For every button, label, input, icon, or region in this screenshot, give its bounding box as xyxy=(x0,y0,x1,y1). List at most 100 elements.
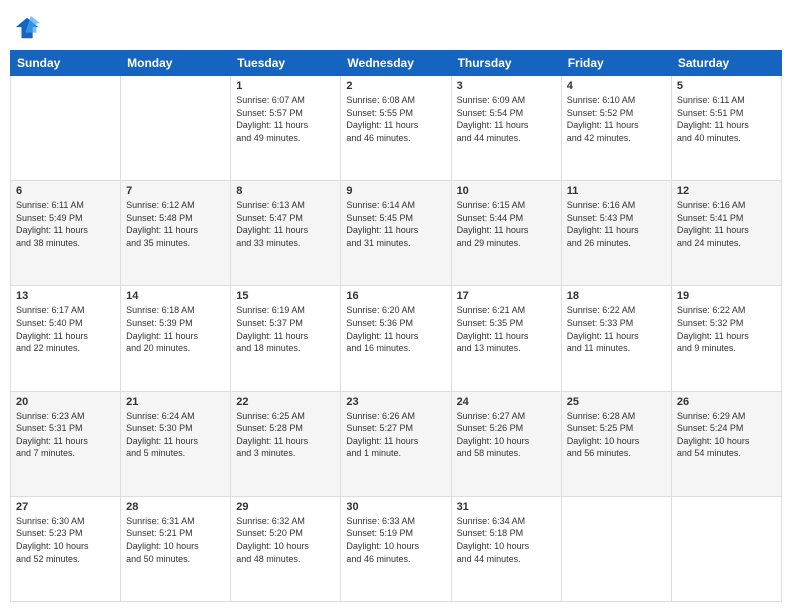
day-number: 29 xyxy=(236,501,335,513)
cell-line: Sunset: 5:49 PM xyxy=(16,212,115,225)
calendar-cell: 6 Sunrise: 6:11 AMSunset: 5:49 PMDaylight… xyxy=(11,181,121,286)
calendar-cell: 19Sunrise: 6:22 AMSunset: 5:32 PMDayligh… xyxy=(671,286,781,391)
calendar-week-row: 13Sunrise: 6:17 AMSunset: 5:40 PMDayligh… xyxy=(11,286,782,391)
cell-line: Daylight: 10 hours xyxy=(236,540,335,553)
cell-content: Sunrise: 6:22 AMSunset: 5:33 PMDaylight:… xyxy=(567,304,666,354)
cell-line: and 46 minutes. xyxy=(346,132,445,145)
cell-line: and 46 minutes. xyxy=(346,553,445,566)
calendar-cell: 31Sunrise: 6:34 AMSunset: 5:18 PMDayligh… xyxy=(451,496,561,601)
cell-content: Sunrise: 6:29 AMSunset: 5:24 PMDaylight:… xyxy=(677,410,776,460)
cell-line: Sunrise: 6:21 AM xyxy=(457,304,556,317)
cell-content: Sunrise: 6:33 AMSunset: 5:19 PMDaylight:… xyxy=(346,515,445,565)
cell-line: Daylight: 10 hours xyxy=(457,540,556,553)
calendar-cell: 23Sunrise: 6:26 AMSunset: 5:27 PMDayligh… xyxy=(341,391,451,496)
cell-content: Sunrise: 6:11 AMSunset: 5:49 PMDaylight:… xyxy=(16,199,115,249)
cell-line: and 7 minutes. xyxy=(16,447,115,460)
cell-line: Sunset: 5:57 PM xyxy=(236,107,335,120)
logo-icon xyxy=(14,14,42,42)
cell-line: Sunset: 5:55 PM xyxy=(346,107,445,120)
cell-line: Sunrise: 6:20 AM xyxy=(346,304,445,317)
cell-content: Sunrise: 6:10 AMSunset: 5:52 PMDaylight:… xyxy=(567,94,666,144)
cell-line: and 50 minutes. xyxy=(126,553,225,566)
cell-line: and 38 minutes. xyxy=(16,237,115,250)
cell-line: Sunrise: 6:16 AM xyxy=(567,199,666,212)
cell-content: Sunrise: 6:31 AMSunset: 5:21 PMDaylight:… xyxy=(126,515,225,565)
day-number: 15 xyxy=(236,290,335,302)
calendar-cell: 9Sunrise: 6:14 AMSunset: 5:45 PMDaylight… xyxy=(341,181,451,286)
cell-line: Sunrise: 6:28 AM xyxy=(567,410,666,423)
cell-line: and 1 minute. xyxy=(346,447,445,460)
cell-content: Sunrise: 6:14 AMSunset: 5:45 PMDaylight:… xyxy=(346,199,445,249)
cell-line: Daylight: 11 hours xyxy=(16,224,115,237)
cell-line: Daylight: 11 hours xyxy=(567,224,666,237)
header xyxy=(10,10,782,42)
cell-line: and 44 minutes. xyxy=(457,553,556,566)
weekday-header-cell: Monday xyxy=(121,51,231,76)
cell-line: and 33 minutes. xyxy=(236,237,335,250)
calendar-cell: 20Sunrise: 6:23 AMSunset: 5:31 PMDayligh… xyxy=(11,391,121,496)
cell-line: Sunset: 5:35 PM xyxy=(457,317,556,330)
cell-line: Sunset: 5:25 PM xyxy=(567,422,666,435)
day-number: 1 xyxy=(236,80,335,92)
cell-line: Sunset: 5:27 PM xyxy=(346,422,445,435)
cell-line: Daylight: 11 hours xyxy=(677,330,776,343)
calendar-cell: 14Sunrise: 6:18 AMSunset: 5:39 PMDayligh… xyxy=(121,286,231,391)
cell-line: Sunset: 5:24 PM xyxy=(677,422,776,435)
cell-line: Sunset: 5:41 PM xyxy=(677,212,776,225)
calendar-cell: 15Sunrise: 6:19 AMSunset: 5:37 PMDayligh… xyxy=(231,286,341,391)
calendar-table: SundayMondayTuesdayWednesdayThursdayFrid… xyxy=(10,50,782,602)
cell-line: Sunrise: 6:32 AM xyxy=(236,515,335,528)
calendar-cell: 1Sunrise: 6:07 AMSunset: 5:57 PMDaylight… xyxy=(231,76,341,181)
day-number: 8 xyxy=(236,185,335,197)
cell-line: Sunrise: 6:33 AM xyxy=(346,515,445,528)
day-number: 25 xyxy=(567,396,666,408)
day-number: 17 xyxy=(457,290,556,302)
cell-line: Sunrise: 6:29 AM xyxy=(677,410,776,423)
day-number: 12 xyxy=(677,185,776,197)
cell-line: Daylight: 11 hours xyxy=(346,330,445,343)
cell-line: Daylight: 11 hours xyxy=(126,224,225,237)
cell-line: Daylight: 11 hours xyxy=(16,330,115,343)
calendar-week-row: 6 Sunrise: 6:11 AMSunset: 5:49 PMDaylight… xyxy=(11,181,782,286)
cell-content: Sunrise: 6:17 AMSunset: 5:40 PMDaylight:… xyxy=(16,304,115,354)
cell-line: and 40 minutes. xyxy=(677,132,776,145)
calendar-cell: 25Sunrise: 6:28 AMSunset: 5:25 PMDayligh… xyxy=(561,391,671,496)
cell-line: Daylight: 11 hours xyxy=(457,224,556,237)
calendar-cell: 29Sunrise: 6:32 AMSunset: 5:20 PMDayligh… xyxy=(231,496,341,601)
weekday-header-cell: Tuesday xyxy=(231,51,341,76)
calendar-cell: 17Sunrise: 6:21 AMSunset: 5:35 PMDayligh… xyxy=(451,286,561,391)
cell-line: Sunrise: 6:13 AM xyxy=(236,199,335,212)
cell-line: Sunrise: 6:08 AM xyxy=(346,94,445,107)
cell-line: and 24 minutes. xyxy=(677,237,776,250)
day-number: 24 xyxy=(457,396,556,408)
calendar-cell: 11Sunrise: 6:16 AMSunset: 5:43 PMDayligh… xyxy=(561,181,671,286)
cell-line: and 13 minutes. xyxy=(457,342,556,355)
page: SundayMondayTuesdayWednesdayThursdayFrid… xyxy=(0,0,792,612)
cell-line: Sunset: 5:44 PM xyxy=(457,212,556,225)
cell-line: Daylight: 11 hours xyxy=(677,224,776,237)
calendar-cell: 8 Sunrise: 6:13 AMSunset: 5:47 PMDaylight… xyxy=(231,181,341,286)
day-number: 4 xyxy=(567,80,666,92)
cell-line: Sunrise: 6:18 AM xyxy=(126,304,225,317)
cell-line: and 58 minutes. xyxy=(457,447,556,460)
cell-line: and 31 minutes. xyxy=(346,237,445,250)
cell-content: Sunrise: 6:13 AMSunset: 5:47 PMDaylight:… xyxy=(236,199,335,249)
calendar-cell: 12Sunrise: 6:16 AMSunset: 5:41 PMDayligh… xyxy=(671,181,781,286)
cell-line: and 52 minutes. xyxy=(16,553,115,566)
day-number: 22 xyxy=(236,396,335,408)
cell-line: Sunrise: 6:11 AM xyxy=(677,94,776,107)
calendar-cell: 21Sunrise: 6:24 AMSunset: 5:30 PMDayligh… xyxy=(121,391,231,496)
calendar-cell: 2Sunrise: 6:08 AMSunset: 5:55 PMDaylight… xyxy=(341,76,451,181)
cell-line: Daylight: 11 hours xyxy=(677,119,776,132)
calendar-cell xyxy=(671,496,781,601)
cell-line: Sunset: 5:36 PM xyxy=(346,317,445,330)
day-number: 18 xyxy=(567,290,666,302)
day-number: 6 xyxy=(16,185,115,197)
calendar-cell: 4 Sunrise: 6:10 AMSunset: 5:52 PMDaylight… xyxy=(561,76,671,181)
calendar-body: 1Sunrise: 6:07 AMSunset: 5:57 PMDaylight… xyxy=(11,76,782,602)
day-number: 14 xyxy=(126,290,225,302)
cell-line: Sunrise: 6:22 AM xyxy=(677,304,776,317)
cell-line: Daylight: 11 hours xyxy=(567,330,666,343)
day-number: 27 xyxy=(16,501,115,513)
cell-line: Sunrise: 6:10 AM xyxy=(567,94,666,107)
